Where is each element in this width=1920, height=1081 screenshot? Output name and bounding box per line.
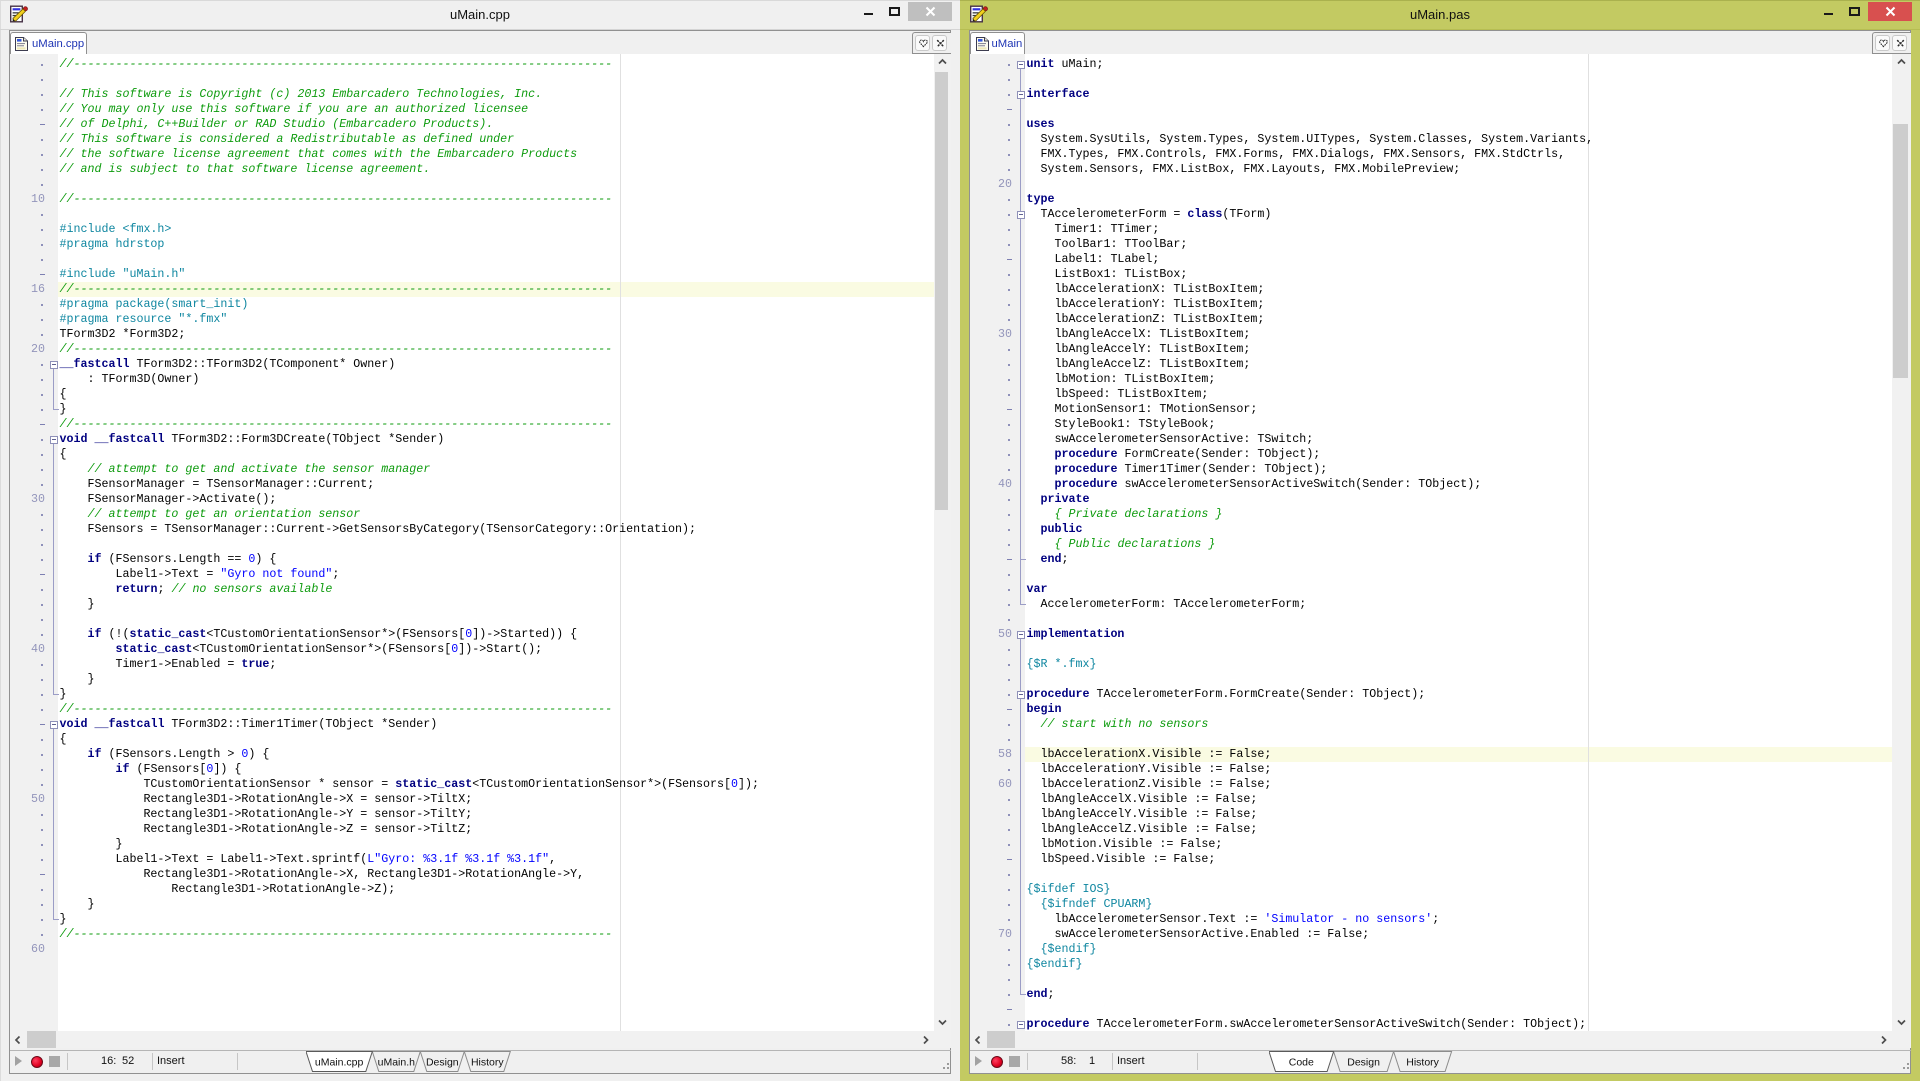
svg-text:History: History	[471, 1056, 504, 1068]
svg-text:Code: Code	[1289, 1056, 1314, 1068]
svg-text:Design: Design	[426, 1056, 459, 1068]
svg-text:uMain.cpp: uMain.cpp	[315, 1056, 364, 1068]
svg-text:Design: Design	[1348, 1056, 1381, 1068]
svg-text:History: History	[1407, 1056, 1440, 1068]
svg-text:uMain.h: uMain.h	[377, 1056, 415, 1068]
